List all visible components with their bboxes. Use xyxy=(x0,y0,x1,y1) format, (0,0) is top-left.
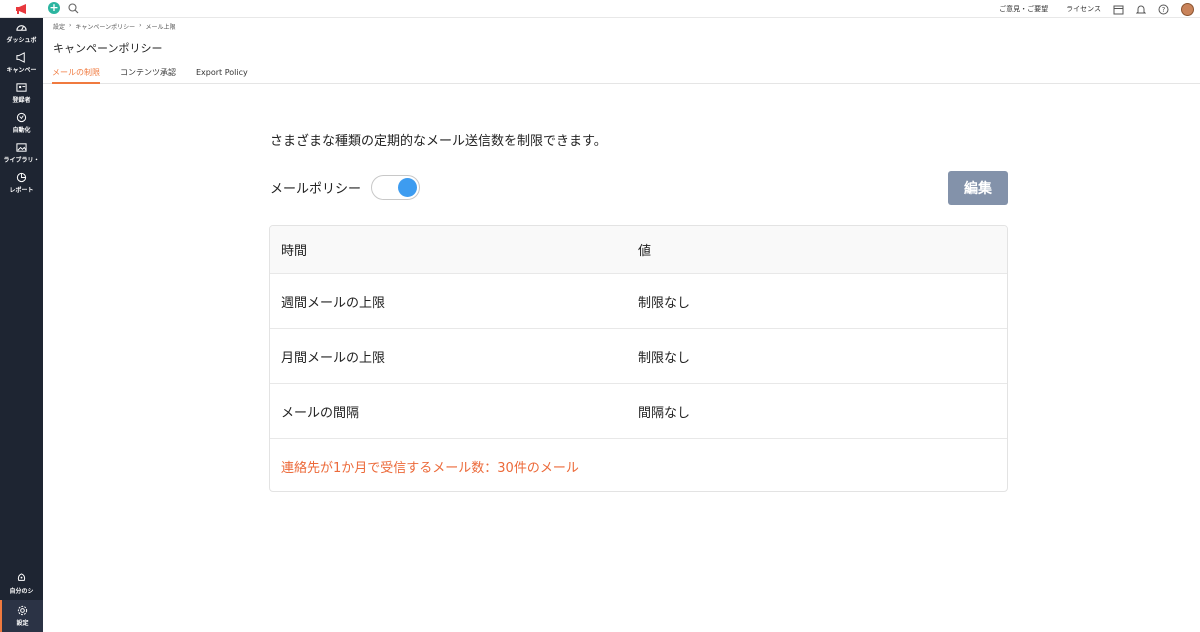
top-bar: + ご意見・ご要望 ライセンス ? xyxy=(43,0,1200,18)
sidebar-item-automation[interactable]: 自動化 xyxy=(0,108,43,138)
automation-icon xyxy=(16,112,27,123)
sidebar-item-label: 自動化 xyxy=(12,127,31,134)
bell-icon[interactable] xyxy=(1136,4,1146,15)
sidebar-item-label: ダッシュボ xyxy=(6,37,37,44)
breadcrumb-item-campaign-policy[interactable]: キャンペーンポリシー xyxy=(75,22,135,31)
sidebar-item-settings[interactable]: 設定 xyxy=(0,600,43,632)
contacts-icon xyxy=(16,83,27,92)
column-header-value: 値 xyxy=(638,244,652,259)
rocket-icon xyxy=(17,573,26,581)
sidebar-item-label: 登録者 xyxy=(12,97,31,104)
email-policy-toggle[interactable] xyxy=(371,175,421,200)
table-row: 週間メールの上限 制限なし xyxy=(270,274,1007,329)
megaphone-icon xyxy=(16,52,25,63)
app-logo[interactable] xyxy=(0,0,43,18)
tab-email-limits[interactable]: メールの制限 xyxy=(52,61,100,84)
row-value: 制限なし xyxy=(638,295,691,311)
tab-bar: メールの制限 コンテンツ承認 Export Policy xyxy=(43,61,1200,84)
row-label: 月間メールの上限 xyxy=(281,350,386,366)
breadcrumb-item-current: メール上限 xyxy=(145,24,176,31)
edit-button[interactable]: 編集 xyxy=(948,171,1008,205)
gear-icon xyxy=(17,605,28,616)
feedback-link[interactable]: ご意見・ご要望 xyxy=(999,4,1048,14)
column-header-period: 時間 xyxy=(281,244,308,259)
sidebar-item-label: キャンペー xyxy=(6,67,37,74)
sidebar-item-library[interactable]: ライブラリ・ xyxy=(0,138,43,168)
table-header-row: 時間 値 xyxy=(270,226,1007,274)
row-value: 制限なし xyxy=(638,350,691,366)
help-icon[interactable]: ? xyxy=(1158,4,1169,15)
sidebar-item-dashboard[interactable]: ダッシュボ xyxy=(0,18,43,48)
megaphone-logo-icon xyxy=(15,3,26,14)
add-icon[interactable]: + xyxy=(48,2,60,14)
sidebar-item-label: ライブラリ・ xyxy=(3,157,40,164)
tab-content-approval[interactable]: コンテンツ承認 xyxy=(120,61,176,84)
sidebar-item-campaigns[interactable]: キャンペー xyxy=(0,48,43,78)
breadcrumb: 設定 › キャンペーンポリシー › メール上限 xyxy=(53,22,176,31)
sidebar: ダッシュボ キャンペー 登録者 自動化 ライブラリ・ レポート 自分のシ 設定 xyxy=(0,0,43,632)
sidebar-item-label: レポート xyxy=(9,187,34,194)
svg-text:?: ? xyxy=(1162,6,1166,14)
limits-table: 時間 値 週間メールの上限 制限なし 月間メールの上限 制限なし メールの間隔 … xyxy=(269,225,1008,492)
tab-export-policy[interactable]: Export Policy xyxy=(196,61,248,84)
license-link[interactable]: ライセンス xyxy=(1066,4,1101,14)
breadcrumb-item-settings[interactable]: 設定 xyxy=(53,22,65,31)
sidebar-item-label: 設定 xyxy=(16,620,29,627)
reports-icon xyxy=(16,172,27,183)
policy-row: メールポリシー xyxy=(270,175,421,200)
monthly-limit-note: 連絡先が1か月で受信するメール数：30件のメール xyxy=(281,460,579,476)
sidebar-item-label: 自分のシ xyxy=(9,588,34,595)
page-title: キャンペーンポリシー xyxy=(53,42,163,55)
sidebar-item-reports[interactable]: レポート xyxy=(0,168,43,198)
breadcrumb-separator: › xyxy=(139,22,142,29)
row-label: 週間メールの上限 xyxy=(281,295,386,311)
description-text: さまざまな種類の定期的なメール送信数を制限できます。 xyxy=(270,134,607,149)
row-value: 間隔なし xyxy=(638,405,691,421)
sidebar-item-my-setup[interactable]: 自分のシ xyxy=(0,568,43,600)
search-icon[interactable] xyxy=(68,2,79,14)
toggle-knob xyxy=(398,178,418,197)
breadcrumb-separator: › xyxy=(69,22,72,29)
sidebar-item-contacts[interactable]: 登録者 xyxy=(0,78,43,108)
library-icon xyxy=(16,143,27,152)
calendar-icon[interactable] xyxy=(1113,4,1124,15)
table-row: メールの間隔 間隔なし xyxy=(270,384,1007,439)
policy-label: メールポリシー xyxy=(270,182,362,197)
table-row: 月間メールの上限 制限なし xyxy=(270,329,1007,384)
row-label: メールの間隔 xyxy=(281,405,360,421)
avatar[interactable] xyxy=(1181,2,1194,16)
dashboard-icon xyxy=(16,25,27,31)
